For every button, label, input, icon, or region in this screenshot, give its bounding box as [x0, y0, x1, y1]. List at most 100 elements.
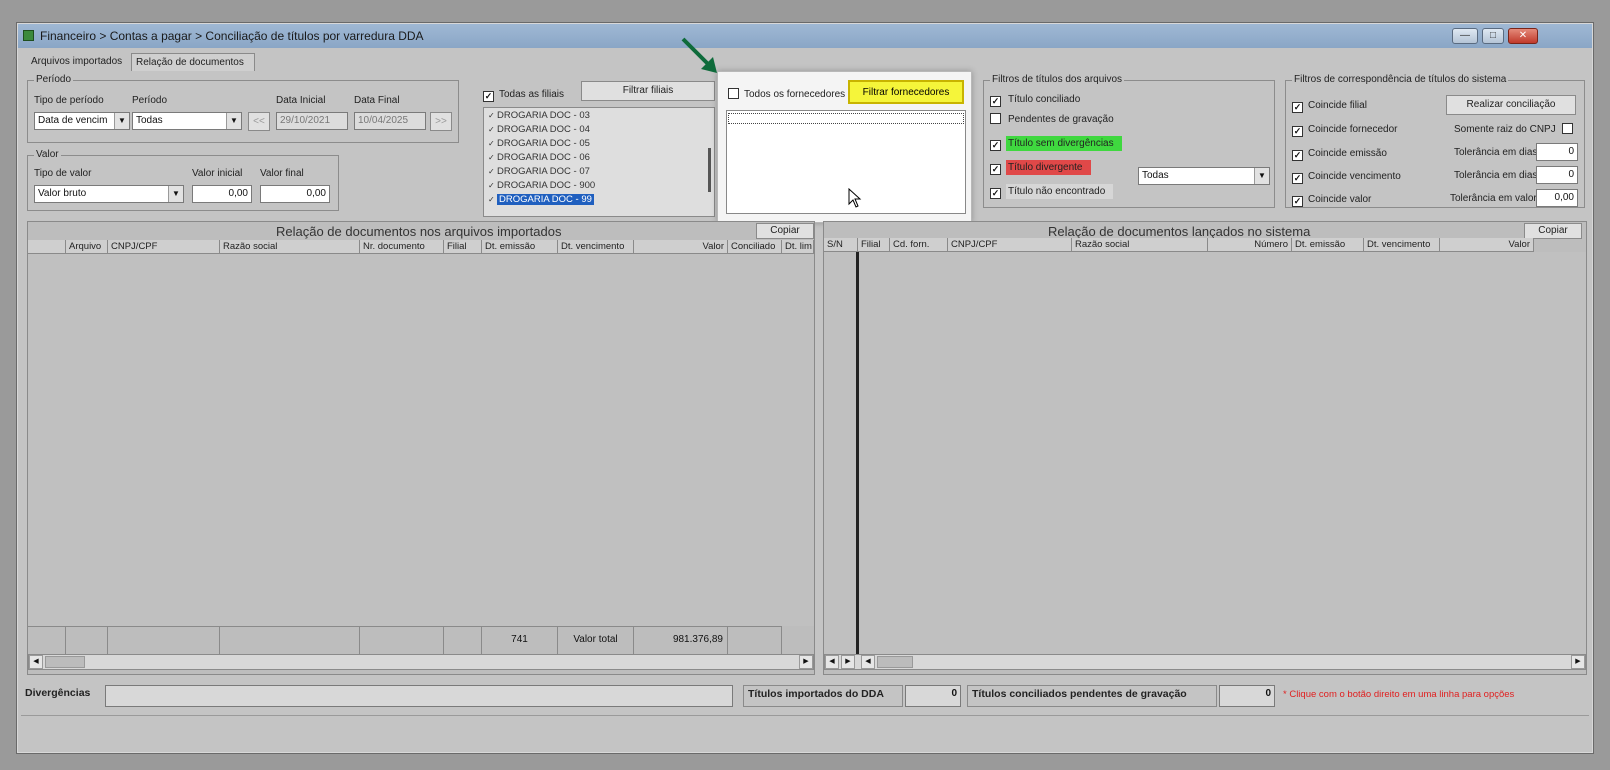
column-header[interactable]	[28, 240, 66, 254]
column-header[interactable]: Valor	[1440, 238, 1534, 252]
copiar-sistema-button[interactable]: Copiar	[1524, 223, 1582, 239]
filtrar-fornecedores-button[interactable]: Filtrar fornecedores	[848, 80, 964, 104]
grid-sistema-frozen-divider	[856, 252, 859, 654]
column-header[interactable]: Conciliado	[728, 240, 782, 254]
tipo-valor-value: Valor bruto	[38, 188, 87, 199]
column-header[interactable]: Número	[1208, 238, 1292, 252]
grid-sistema-hscroll[interactable]: ◀ ▶ ◀ ▶	[824, 654, 1586, 670]
periodo-group: Período Tipo de período Data de vencim ▼…	[27, 74, 459, 143]
column-header[interactable]: CNPJ/CPF	[948, 238, 1072, 252]
close-button[interactable]: ✕	[1508, 28, 1538, 44]
checkbox-icon	[990, 96, 1001, 107]
filial-item[interactable]: ✓ DROGARIA DOC - 03	[484, 109, 714, 123]
scroll-left-icon[interactable]: ◀	[825, 655, 839, 669]
tol-valor-field[interactable]: 0,00	[1536, 189, 1578, 207]
data-inicial-field[interactable]: 29/10/2021	[276, 112, 348, 130]
prev-period-button[interactable]: <<	[248, 112, 270, 131]
todos-fornecedores-checkbox[interactable]: Todos os fornecedores	[728, 88, 845, 101]
copiar-arquivos-button[interactable]: Copiar	[756, 223, 814, 239]
filial-item[interactable]: ✓ DROGARIA DOC - 06	[484, 151, 714, 165]
filtro-arquivo-checkbox[interactable]: Título divergente	[990, 160, 1091, 175]
filial-item[interactable]: ✓ DROGARIA DOC - 05	[484, 137, 714, 151]
column-header[interactable]: CNPJ/CPF	[108, 240, 220, 254]
column-header[interactable]: Filial	[858, 238, 890, 252]
column-header[interactable]: Dt. emissão	[1292, 238, 1364, 252]
todas-filiais-checkbox[interactable]: Todas as filiais	[483, 88, 564, 102]
filtro-arquivo-checkbox[interactable]: Pendentes de gravação	[990, 113, 1122, 126]
tol-vencimento-label: Tolerância em dias	[1454, 170, 1538, 181]
check-icon: ✓	[488, 111, 495, 120]
filtrar-filiais-button[interactable]: Filtrar filiais	[581, 81, 715, 101]
column-header[interactable]: Dt. emissão	[482, 240, 558, 254]
filtro-sistema-label: Coincide fornecedor	[1308, 124, 1398, 135]
grid-arquivos-title: Relação de documentos nos arquivos impor…	[276, 224, 562, 239]
column-header[interactable]: Dt. vencimento	[1364, 238, 1440, 252]
grid-sistema-body[interactable]	[824, 252, 1586, 654]
fornecedores-list[interactable]	[726, 110, 966, 214]
tipo-valor-select[interactable]: Valor bruto ▼	[34, 185, 184, 203]
scroll-left-icon[interactable]: ◀	[861, 655, 875, 669]
scroll-right-icon[interactable]: ▶	[1571, 655, 1585, 669]
scroll-right-icon[interactable]: ▶	[841, 655, 855, 669]
filial-item[interactable]: ✓ DROGARIA DOC - 900	[484, 179, 714, 193]
tab-arquivos-importados[interactable]: Arquivos importados	[27, 53, 127, 71]
realizar-conciliacao-button[interactable]: Realizar conciliação	[1446, 95, 1576, 115]
divergente-select-value: Todas	[1142, 170, 1169, 181]
column-header[interactable]: Dt. lim	[782, 240, 814, 254]
scroll-left-icon[interactable]: ◀	[29, 655, 43, 669]
filial-item[interactable]: ✓ DROGARIA DOC - 99	[484, 193, 714, 207]
filtro-sistema-checkbox[interactable]: Coincide filial	[1292, 99, 1367, 113]
filtro-sistema-checkbox[interactable]: Coincide fornecedor	[1292, 123, 1398, 137]
column-header[interactable]: Cd. forn.	[890, 238, 948, 252]
filtro-arquivo-checkbox[interactable]: Título conciliado	[990, 93, 1088, 107]
filtro-sistema-label: Coincide vencimento	[1308, 171, 1401, 182]
grid-arquivos-body[interactable]	[28, 254, 814, 626]
scroll-thumb[interactable]	[45, 656, 85, 668]
next-period-button[interactable]: >>	[430, 112, 452, 131]
tab-relacao-documentos[interactable]: Relação de documentos	[131, 53, 255, 71]
maximize-button[interactable]: □	[1482, 28, 1504, 44]
column-header[interactable]: Valor	[634, 240, 728, 254]
filial-item[interactable]: ✓ DROGARIA DOC - 07	[484, 165, 714, 179]
valor-inicial-field[interactable]: 0,00	[192, 185, 252, 203]
column-header[interactable]: Razão social	[220, 240, 360, 254]
tol-vencimento-field[interactable]: 0	[1536, 166, 1578, 184]
filiais-list[interactable]: ✓ DROGARIA DOC - 03 ✓ DROGARIA DOC - 04 ✓ DRO…	[483, 107, 715, 217]
check-icon: ✓	[488, 181, 495, 190]
scroll-thumb[interactable]	[877, 656, 913, 668]
check-icon: ✓	[488, 153, 495, 162]
column-header[interactable]: S/N	[824, 238, 858, 252]
checkbox-icon	[728, 88, 739, 99]
total-cell	[360, 626, 444, 654]
divergencias-label: Divergências	[25, 687, 91, 699]
periodo-select[interactable]: Todas ▼	[132, 112, 242, 130]
minimize-button[interactable]: —	[1452, 28, 1478, 44]
filtro-sistema-checkbox[interactable]: Coincide vencimento	[1292, 170, 1401, 184]
column-header[interactable]: Filial	[444, 240, 482, 254]
column-header[interactable]: Arquivo	[66, 240, 108, 254]
column-header[interactable]: Dt. vencimento	[558, 240, 634, 254]
filiais-scrollbar[interactable]	[708, 148, 711, 192]
somente-raiz-checkbox[interactable]: Somente raiz do CNPJ	[1454, 123, 1578, 136]
filial-item[interactable]: ✓ DROGARIA DOC - 04	[484, 123, 714, 137]
filtro-sistema-checkbox[interactable]: Coincide emissão	[1292, 147, 1387, 161]
filtro-arquivo-checkbox[interactable]: Título sem divergências	[990, 136, 1122, 151]
tipo-periodo-label: Tipo de período	[34, 95, 104, 106]
divergente-select[interactable]: Todas ▼	[1138, 167, 1270, 185]
grid-arquivos-hscroll[interactable]: ◀ ▶	[28, 654, 814, 670]
column-header[interactable]: Razão social	[1072, 238, 1208, 252]
filtro-sistema-checkbox[interactable]: Coincide valor	[1292, 193, 1371, 207]
pendentes-box: Títulos conciliados pendentes de gravaçã…	[967, 685, 1217, 707]
check-icon: ✓	[488, 167, 495, 176]
checkbox-icon	[1292, 150, 1303, 161]
scroll-right-icon[interactable]: ▶	[799, 655, 813, 669]
column-header[interactable]: Nr. documento	[360, 240, 444, 254]
tol-emissao-label: Tolerância em dias	[1454, 147, 1538, 158]
fornecedores-list-focus-row[interactable]	[728, 113, 964, 124]
total-value: 981.376,89	[634, 626, 728, 654]
tol-emissao-field[interactable]: 0	[1536, 143, 1578, 161]
tipo-periodo-select[interactable]: Data de vencim ▼	[34, 112, 130, 130]
filtro-arquivo-checkbox[interactable]: Título não encontrado	[990, 184, 1114, 199]
data-final-field[interactable]: 10/04/2025	[354, 112, 426, 130]
valor-final-field[interactable]: 0,00	[260, 185, 330, 203]
